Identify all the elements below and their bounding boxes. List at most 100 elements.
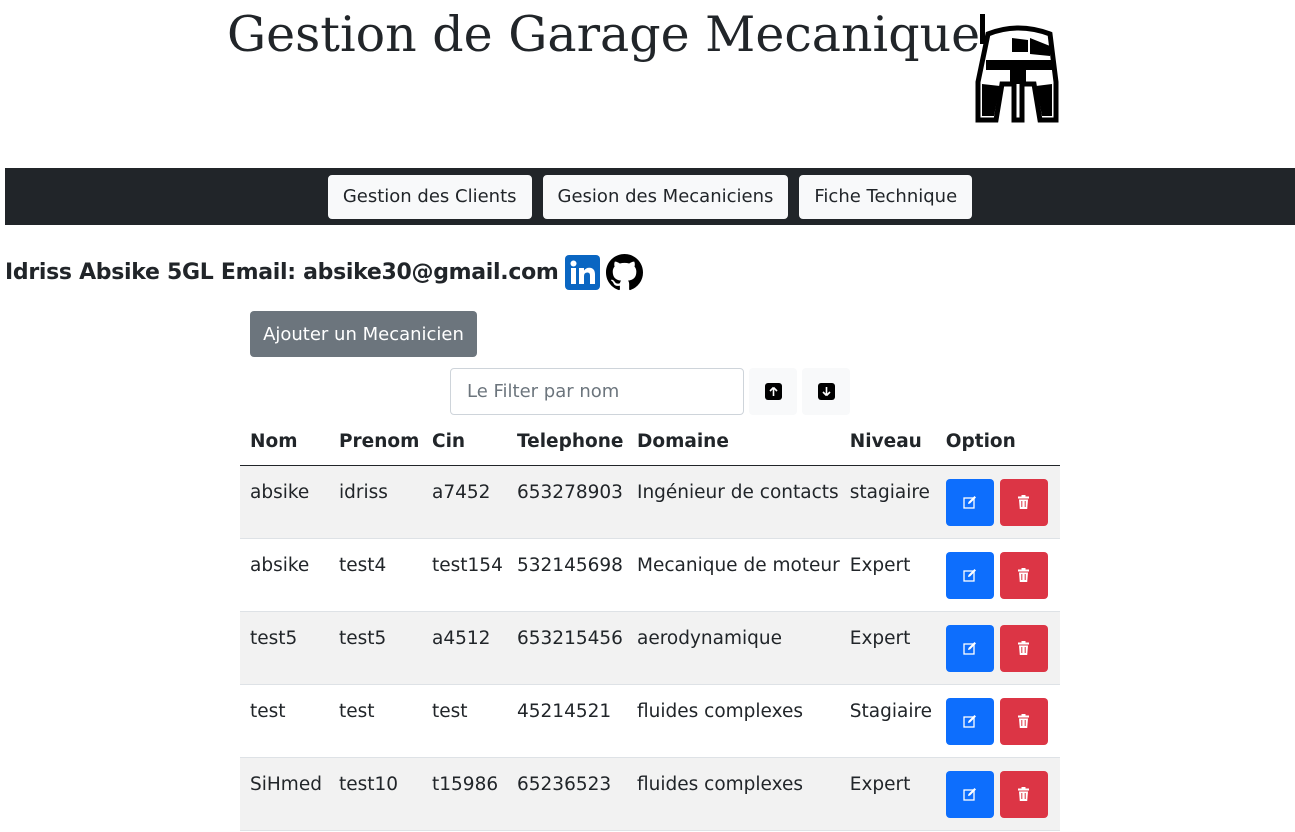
edit-icon [963, 569, 976, 582]
cell-option [935, 611, 1060, 685]
table-row: absike test4 test154 532145698 Mecanique de … [240, 538, 1060, 612]
cell-domaine: aerodynamique [627, 611, 840, 685]
nav-clients-button[interactable]: Gestion des Clients [327, 174, 532, 219]
cell-prenom: test [329, 684, 422, 758]
edit-icon [963, 788, 976, 801]
delete-button[interactable] [999, 624, 1048, 672]
cell-cin-text: a7452 [432, 482, 491, 503]
cell-telephone-text: 532145698 [517, 555, 623, 576]
column-header-telephone: Telephone [507, 418, 627, 466]
cell-cin: a4512 [422, 611, 507, 685]
column-header-nom: Nom [240, 418, 329, 466]
delete-button[interactable] [999, 697, 1048, 745]
edit-button[interactable] [945, 624, 994, 672]
cell-domaine-text: Mecanique de moteur [637, 555, 840, 576]
delete-button[interactable] [999, 478, 1048, 526]
edit-button[interactable] [945, 551, 994, 599]
column-header-prenom: Prenom [329, 418, 422, 466]
cell-prenom-text: test5 [339, 628, 387, 649]
table-row: test5 test5 a4512 653215456 aerodynamique Exp… [240, 611, 1060, 685]
cell-niveau: Expert [839, 611, 936, 685]
cell-telephone: 532145698 [507, 538, 627, 612]
cell-cin: a7452 [422, 465, 507, 539]
cell-option [935, 465, 1060, 539]
cell-niveau: Stagiaire [839, 684, 936, 758]
cell-telephone: 653278903 [507, 465, 627, 539]
table-row: absike idriss a7452 653278903 Ingénieur de c… [240, 465, 1060, 539]
cell-option [935, 538, 1060, 612]
delete-button[interactable] [999, 551, 1048, 599]
column-header-cin: Cin [422, 418, 507, 466]
add-mecanicien-button[interactable]: Ajouter un Mecanicien [250, 311, 477, 357]
cell-nom-text: absike [250, 555, 310, 576]
column-header-niveau: Niveau [839, 418, 936, 466]
arrow-down-icon [817, 383, 835, 400]
edit-button[interactable] [945, 478, 994, 526]
linkedin-icon[interactable] [564, 254, 600, 290]
filter-name-input[interactable] [450, 368, 744, 415]
table-row: SiHmed test10 t15986 65236523 fluides comple… [240, 757, 1060, 831]
cell-domaine: fluides complexes [627, 684, 840, 758]
main-navbar: Gestion des Clients Gesion des Mecanicie… [5, 168, 1295, 225]
table-body: absike idriss a7452 653278903 Ingénieur de c… [240, 465, 1060, 831]
cell-niveau: stagiaire [839, 465, 936, 539]
cell-niveau-text: Expert [849, 774, 911, 795]
column-header-domaine: Domaine [627, 418, 840, 466]
cell-cin: t15986 [422, 757, 507, 831]
edit-icon [963, 642, 976, 655]
cell-telephone: 653215456 [507, 611, 627, 685]
cell-option [935, 757, 1060, 831]
cell-telephone: 65236523 [507, 757, 627, 831]
cell-nom: SiHmed [240, 757, 329, 831]
cell-telephone-text: 653278903 [517, 482, 623, 503]
cell-prenom-text: test4 [339, 555, 387, 576]
cell-domaine-text: aerodynamique [637, 628, 783, 649]
cell-domaine-text: fluides complexes [637, 701, 804, 722]
trash-icon [1018, 495, 1030, 509]
arrow-up-icon [764, 383, 782, 400]
cell-cin-text: a4512 [432, 628, 491, 649]
sort-asc-button[interactable] [749, 368, 797, 415]
cell-prenom: test10 [329, 757, 422, 831]
cell-cin-text: t15986 [432, 774, 499, 795]
cell-nom-text: absike [250, 482, 310, 503]
nav-mecaniciens-button[interactable]: Gesion des Mecaniciens [542, 174, 789, 219]
trash-icon [1018, 641, 1030, 655]
cell-niveau-text: stagiaire [849, 482, 930, 503]
cell-nom-text: test5 [250, 628, 298, 649]
cell-domaine: Ingénieur de contacts [627, 465, 840, 539]
nav-fiche-technique-button[interactable]: Fiche Technique [799, 174, 973, 219]
author-info: Idriss Absike 5GL Email: absike30@gmail.… [5, 252, 643, 292]
cell-niveau-text: Expert [849, 555, 911, 576]
cell-domaine-text: fluides complexes [637, 774, 804, 795]
cell-niveau-text: Stagiaire [849, 701, 933, 722]
column-header-option: Option [935, 418, 1060, 466]
cell-cin-text: test154 [432, 555, 503, 576]
cell-prenom: test4 [329, 538, 422, 612]
cell-prenom-text: test [339, 701, 375, 722]
cell-cin: test154 [422, 538, 507, 612]
cell-nom: test [240, 684, 329, 758]
bounty-hunter-helmet-icon [975, 14, 1059, 123]
github-icon[interactable] [605, 253, 643, 291]
cell-telephone-text: 65236523 [517, 774, 612, 795]
trash-icon [1018, 787, 1030, 801]
cell-prenom: test5 [329, 611, 422, 685]
cell-domaine-text: Ingénieur de contacts [637, 482, 839, 503]
cell-domaine: fluides complexes [627, 757, 840, 831]
page-title: Gestion de Garage Mecanique [227, 6, 981, 63]
cell-prenom-text: idriss [339, 482, 388, 503]
edit-button[interactable] [945, 697, 994, 745]
table-header-row: Nom Prenom Cin Telephone Domaine Niveau … [240, 418, 1060, 466]
cell-nom-text: SiHmed [250, 774, 322, 795]
author-text: Idriss Absike 5GL Email: absike30@gmail.… [5, 259, 559, 285]
mecaniciens-table: Nom Prenom Cin Telephone Domaine Niveau … [240, 418, 1060, 831]
cell-telephone: 45214521 [507, 684, 627, 758]
cell-telephone-text: 653215456 [517, 628, 623, 649]
cell-niveau-text: Expert [849, 628, 911, 649]
cell-nom: absike [240, 538, 329, 612]
sort-desc-button[interactable] [802, 368, 850, 415]
edit-button[interactable] [945, 770, 994, 818]
delete-button[interactable] [999, 770, 1048, 818]
cell-prenom: idriss [329, 465, 422, 539]
